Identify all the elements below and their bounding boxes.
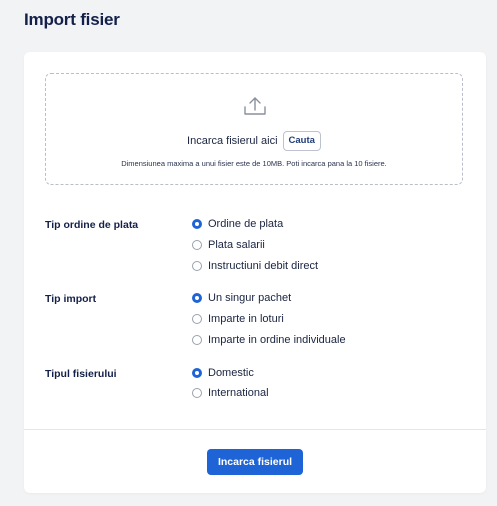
radio-domestic[interactable]: Domestic [192,367,254,379]
radio-un-singur-pachet[interactable]: Un singur pachet [192,292,291,304]
upload-icon [244,97,266,115]
radio-button-checked[interactable] [192,219,202,229]
dropzone-hint: Dimensiunea maxima a unui fisier este de… [121,159,387,168]
payment-order-type-label: Tip ordine de plata [45,219,139,231]
radio-button[interactable] [192,388,202,398]
footer-divider [24,429,486,430]
radio-ordine-de-plata[interactable]: Ordine de plata [192,218,283,230]
radio-international[interactable]: International [192,387,269,399]
option-label: International [208,387,269,399]
dropzone-prompt: Incarca fisierul aici [187,135,278,147]
radio-imparte-in-loturi[interactable]: Imparte in loturi [192,313,284,325]
radio-instructiuni-debit-direct[interactable]: Instructiuni debit direct [192,260,318,272]
import-type-label: Tip import [45,293,97,305]
option-label: Instructiuni debit direct [208,260,319,272]
file-dropzone[interactable]: Incarca fisierul aici Cauta Dimensiunea … [45,73,463,185]
radio-plata-salarii[interactable]: Plata salarii [192,239,265,251]
page-title: Import fisier [24,10,120,29]
option-label: Plata salarii [208,239,265,251]
import-card: Incarca fisierul aici Cauta Dimensiunea … [24,52,486,493]
file-type-label: Tipul fisierului [45,368,117,380]
radio-button[interactable] [192,261,202,271]
radio-button-checked[interactable] [192,368,202,378]
option-label: Ordine de plata [208,218,284,230]
option-label: Un singur pachet [208,292,292,304]
upload-file-button[interactable]: Incarca fisierul [207,449,303,475]
browse-button[interactable]: Cauta [282,131,321,151]
radio-button[interactable] [192,335,202,345]
option-label: Imparte in ordine individuale [208,334,346,346]
radio-imparte-in-ordine-individuale[interactable]: Imparte in ordine individuale [192,334,346,346]
radio-button-checked[interactable] [192,293,202,303]
option-label: Domestic [208,367,254,379]
radio-button[interactable] [192,314,202,324]
option-label: Imparte in loturi [208,313,284,325]
radio-button[interactable] [192,240,202,250]
